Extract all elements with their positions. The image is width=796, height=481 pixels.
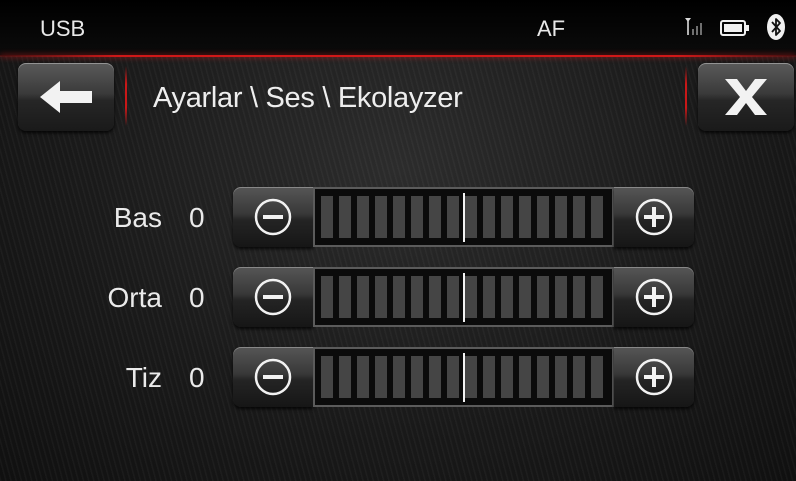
- slider-segment: [357, 356, 369, 398]
- slider-segment: [357, 276, 369, 318]
- bass-decrease-button[interactable]: [233, 187, 313, 247]
- eq-label: Bas: [113, 202, 162, 233]
- slider-segment: [483, 196, 495, 238]
- slider-segment: [573, 276, 585, 318]
- slider-segment: [411, 276, 423, 318]
- battery-icon: [720, 20, 749, 36]
- slider-segment: [591, 276, 603, 318]
- slider-segment: [573, 356, 585, 398]
- slider-segment: [537, 276, 549, 318]
- slider-segment: [519, 276, 531, 318]
- slider-level-marker[interactable]: [463, 273, 465, 322]
- bass-increase-button[interactable]: [614, 187, 694, 247]
- slider-segment: [483, 276, 495, 318]
- bluetooth-icon: [767, 14, 785, 40]
- header-separator-right: [685, 66, 687, 126]
- slider-segment: [375, 356, 387, 398]
- slider-segment: [465, 196, 477, 238]
- slider-segment: [393, 276, 405, 318]
- slider-segment: [447, 196, 459, 238]
- slider-segment: [555, 276, 567, 318]
- slider-segment: [573, 196, 585, 238]
- minus-circle-icon: [254, 278, 292, 316]
- treble-increase-button[interactable]: [614, 347, 694, 407]
- eq-value: 0: [189, 202, 205, 233]
- slider-segment: [537, 356, 549, 398]
- slider-segment: [483, 356, 495, 398]
- slider-segment: [357, 196, 369, 238]
- eq-value: 0: [189, 362, 205, 393]
- slider-level-marker[interactable]: [463, 193, 465, 242]
- treble-decrease-button[interactable]: [233, 347, 313, 407]
- slider-segment: [465, 356, 477, 398]
- slider-segment: [321, 276, 333, 318]
- slider-segment: [591, 196, 603, 238]
- eq-row-mid: Orta 0: [0, 267, 796, 329]
- plus-circle-icon: [635, 358, 673, 396]
- slider-segment: [429, 196, 441, 238]
- eq-value: 0: [189, 282, 205, 313]
- slider-segment: [501, 356, 513, 398]
- slider-segment: [339, 276, 351, 318]
- slider-segment: [519, 356, 531, 398]
- eq-label: Orta: [107, 282, 162, 313]
- arrow-left-icon: [40, 81, 92, 113]
- slider-segment: [393, 356, 405, 398]
- slider-segment: [339, 356, 351, 398]
- signal-icon: [685, 18, 702, 35]
- slider-segment: [393, 196, 405, 238]
- close-x-icon: [725, 79, 767, 115]
- slider-segment: [555, 356, 567, 398]
- slider-segment: [375, 276, 387, 318]
- minus-circle-icon: [254, 358, 292, 396]
- slider-level-marker[interactable]: [463, 353, 465, 402]
- slider-segment: [321, 356, 333, 398]
- eq-row-bass: Bas 0: [0, 187, 796, 249]
- slider-segment: [501, 276, 513, 318]
- slider-segment: [465, 276, 477, 318]
- slider-segment: [429, 276, 441, 318]
- close-button[interactable]: [698, 63, 794, 131]
- radio-band-label: AF: [537, 16, 566, 41]
- audio-source-label: USB: [40, 16, 86, 41]
- slider-segment: [429, 356, 441, 398]
- mid-decrease-button[interactable]: [233, 267, 313, 327]
- slider-segment: [555, 196, 567, 238]
- minus-circle-icon: [254, 198, 292, 236]
- slider-segment: [411, 356, 423, 398]
- plus-circle-icon: [635, 198, 673, 236]
- mid-increase-button[interactable]: [614, 267, 694, 327]
- bass-level-slider[interactable]: [313, 187, 614, 247]
- eq-row-treble: Tiz 0: [0, 347, 796, 409]
- slider-segment: [537, 196, 549, 238]
- slider-segment: [447, 356, 459, 398]
- status-bar: USB AF: [0, 0, 796, 56]
- slider-segment: [519, 196, 531, 238]
- slider-segment: [447, 276, 459, 318]
- header-separator-left: [125, 66, 127, 126]
- mid-level-slider[interactable]: [313, 267, 614, 327]
- back-button[interactable]: [18, 63, 114, 131]
- treble-level-slider[interactable]: [313, 347, 614, 407]
- slider-segment: [375, 196, 387, 238]
- slider-segment: [321, 196, 333, 238]
- slider-segment: [339, 196, 351, 238]
- plus-circle-icon: [635, 278, 673, 316]
- slider-segment: [411, 196, 423, 238]
- slider-segment: [501, 196, 513, 238]
- slider-segment: [591, 356, 603, 398]
- page-title: Ayarlar \ Ses \ Ekolayzer: [153, 82, 463, 114]
- eq-label: Tiz: [125, 362, 162, 393]
- header-divider: [0, 55, 796, 57]
